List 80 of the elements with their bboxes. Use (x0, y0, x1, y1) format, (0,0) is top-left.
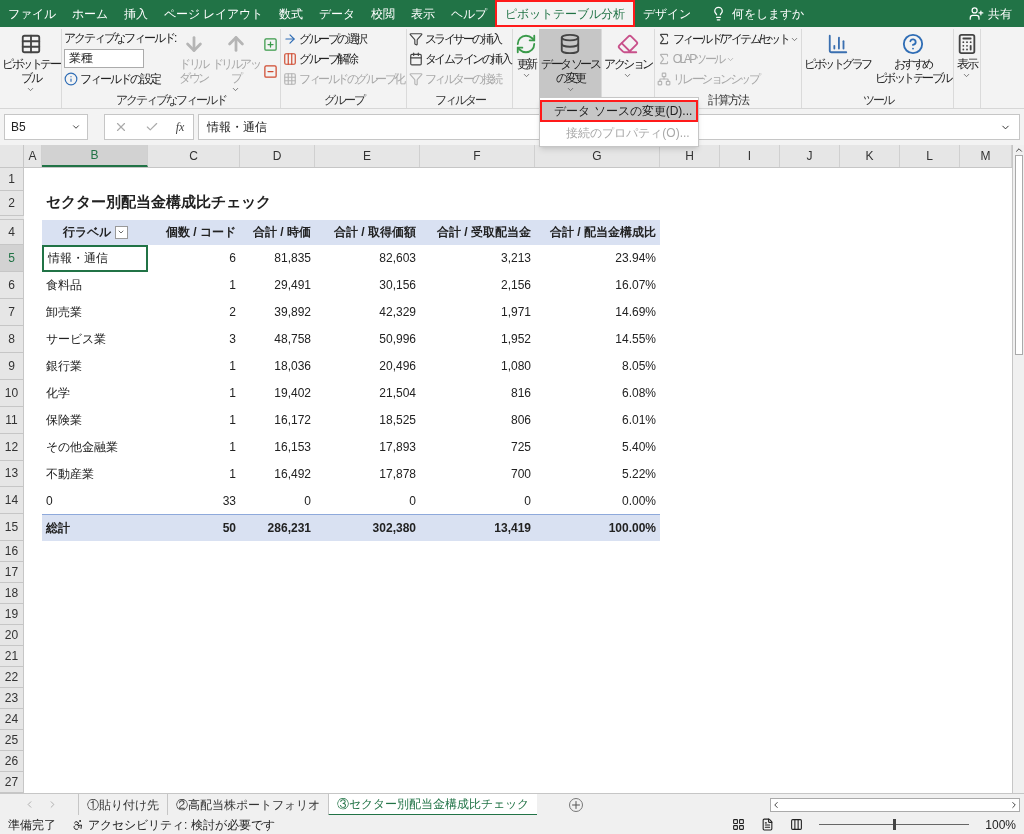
table-cell-text: 1 (228, 277, 237, 295)
table-cell-text: 保険業 (45, 412, 83, 430)
table-cell-text: 33 (221, 492, 237, 510)
table-cell-text: 0 (45, 492, 54, 510)
table-cell-text: 0 (408, 492, 417, 510)
table-cell-text: 725 (509, 439, 532, 456)
table-cell-text: 銀行業 (45, 358, 83, 376)
table-cell-text: サービス業 (45, 331, 107, 349)
table-cell-text: 23.94% (614, 250, 657, 268)
table-cell-text: 8.05% (620, 358, 657, 376)
table-cell-text: 食料品 (45, 277, 83, 295)
table-cell-text: 82,603 (378, 250, 417, 268)
table-cell-text: 16,153 (273, 439, 312, 456)
table-cell-text: 19,402 (273, 385, 312, 403)
table-cell-text: 2 (228, 304, 237, 322)
table-cell-text: 3 (228, 331, 237, 349)
table-cell-text: 1,952 (499, 331, 532, 349)
table-cell-text: 5.22% (620, 465, 657, 483)
table-cell: 286,231 (240, 514, 315, 542)
table-cell-text: 2,156 (499, 277, 532, 295)
table-cell-text: 48,758 (273, 331, 312, 349)
group-label: 計算方法 (708, 93, 748, 108)
table-cell-text: 14.55% (614, 331, 657, 349)
table-cell-text: 3,213 (499, 250, 532, 268)
table-cell-text: 30,156 (378, 277, 417, 295)
column-heading: 合計 / 受取配当金 (420, 219, 535, 245)
table-cell: 13,419 (420, 514, 535, 542)
table-cell-text: 29,491 (273, 277, 312, 295)
column-heading: 合計 / 時価 (240, 219, 315, 245)
table-cell-text: 14.69% (614, 304, 657, 322)
table-cell-text: 1,971 (499, 304, 532, 322)
table-cell-text: 1 (228, 412, 237, 430)
table-cell-text: 6.01% (620, 412, 657, 430)
table-cell-text: 16,172 (273, 412, 312, 430)
column-heading: 合計 / 配当金構成比 (535, 219, 660, 245)
table-cell-text: 700 (509, 465, 532, 483)
column-heading: 合計 / 取得価額 (315, 219, 420, 245)
table-cell: 100.00% (535, 514, 660, 542)
table-cell-text: 17,893 (378, 439, 417, 456)
table-cell-text: 6 (228, 250, 237, 268)
table-cell: 情報・通信 (42, 244, 148, 272)
table-cell-text: 1,080 (499, 358, 532, 376)
table-cell-text: 42,329 (378, 304, 417, 322)
table-cell: 50 (148, 514, 240, 542)
table-cell-text: 18,525 (378, 412, 417, 430)
table-cell: 総計 (42, 514, 148, 542)
table-cell-text: その他金融業 (45, 439, 119, 456)
table-cell-text: 0 (523, 492, 532, 510)
table-cell-text: 16,492 (273, 465, 312, 483)
table-cell-text: 39,892 (273, 304, 312, 322)
table-cell-text: 0.00% (620, 492, 657, 510)
table-cell-text: 1 (228, 358, 237, 376)
table-cell-text: 1 (228, 465, 237, 483)
column-heading: 行ラベル (42, 219, 148, 245)
group-label: グループ (323, 93, 364, 108)
table-cell-text: 21,504 (378, 385, 417, 403)
column-heading: 個数 / コード (148, 219, 240, 245)
group-label: フィルター (434, 93, 485, 108)
table-cell-text: 0 (303, 492, 312, 510)
table-cell-text: 卸売業 (45, 304, 83, 322)
table-cell-text: 不動産業 (45, 465, 95, 483)
table-cell: 302,380 (315, 514, 420, 542)
table-cell-text: 1 (228, 385, 237, 403)
group-label: アクティブなフィールド (116, 93, 227, 108)
table-cell-text: 18,036 (273, 358, 312, 376)
table-cell-text: 1 (228, 439, 237, 456)
field-label: アクティブなフィールド: (64, 30, 176, 47)
table-cell-text: 20,496 (378, 358, 417, 376)
table-cell-text: 化学 (45, 385, 71, 403)
table-cell-text: 50,996 (378, 331, 417, 349)
table-cell-text: 6.08% (620, 385, 657, 403)
table-cell-text: 81,835 (273, 250, 312, 268)
table-cell-text: 16.07% (614, 277, 657, 295)
group-label: ツール (862, 93, 893, 108)
table-cell-text: 806 (509, 412, 532, 430)
status-text: 準備完了 (8, 816, 56, 834)
table-cell-text: 17,878 (378, 465, 417, 483)
table-cell-text: 5.40% (620, 439, 657, 456)
sheet-title: セクター別配当金構成比チェック (45, 192, 271, 213)
table-cell-text: 816 (509, 385, 532, 403)
